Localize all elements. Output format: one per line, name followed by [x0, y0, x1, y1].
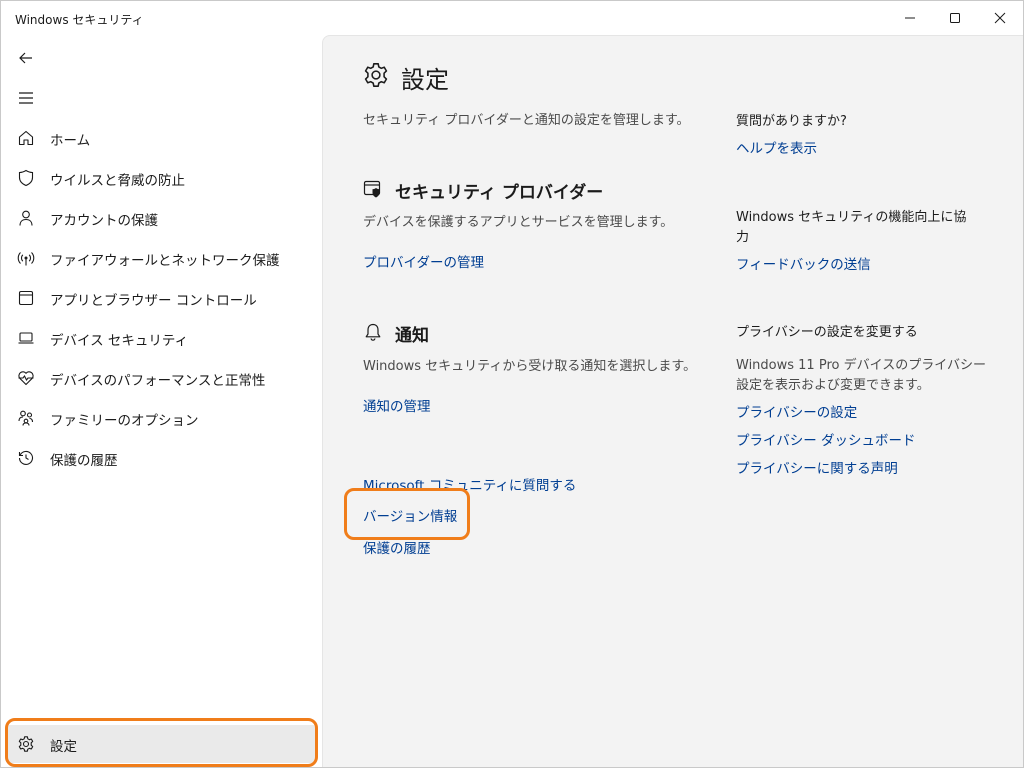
page-description: セキュリティ プロバイダーと通知の設定を管理します。	[363, 113, 690, 128]
family-icon	[17, 409, 35, 427]
heart-pulse-icon	[17, 369, 35, 387]
settings-highlight-outline	[5, 718, 318, 767]
privacy-text-line1: Windows 11 Pro デバイスのプライバシー	[736, 358, 986, 373]
sidebar: ホーム ウイルスと脅威の防止 アカウントの保護 ファイアウォールとネットワーク保…	[1, 35, 322, 767]
providers-description: デバイスを保護するアプリとサービスを管理します。	[363, 215, 674, 230]
manage-notifications-link[interactable]: 通知の管理	[363, 395, 431, 415]
shield-window-icon	[363, 179, 383, 199]
privacy-dashboard-link[interactable]: プライバシー ダッシュボード	[736, 429, 916, 449]
question-heading: 質問がありますか?	[736, 114, 847, 129]
notifications-description: Windows セキュリティから受け取る通知を選択します。	[363, 359, 697, 374]
version-highlight-outline	[344, 488, 470, 540]
protection-history-link[interactable]: 保護の履歴	[363, 537, 431, 557]
sidebar-item-virus-protection[interactable]: ウイルスと脅威の防止	[5, 159, 317, 197]
app-window: Windows セキュリティ ホーム ウイルスと脅威の防止 アカウントの保護 フ…	[0, 0, 1024, 768]
sidebar-item-label: ホーム	[50, 133, 91, 149]
sidebar-item-label: ファミリーのオプション	[50, 413, 199, 429]
home-icon	[17, 129, 35, 147]
menu-icon[interactable]	[13, 85, 39, 111]
laptop-icon	[17, 329, 35, 347]
improve-text-line1: Windows セキュリティの機能向上に協	[736, 210, 967, 225]
maximize-icon[interactable]	[944, 7, 966, 29]
sidebar-item-label: デバイスのパフォーマンスと正常性	[50, 373, 266, 389]
person-icon	[17, 209, 35, 227]
improve-text-line2: 力	[736, 230, 750, 245]
get-help-link[interactable]: ヘルプを表示	[736, 137, 817, 157]
sidebar-item-family-options[interactable]: ファミリーのオプション	[5, 399, 317, 437]
sidebar-item-label: デバイス セキュリティ	[50, 333, 189, 349]
providers-heading: セキュリティ プロバイダー	[395, 183, 604, 203]
sidebar-item-label: 保護の履歴	[50, 453, 118, 469]
minimize-icon[interactable]	[899, 7, 921, 29]
sidebar-item-device-security[interactable]: デバイス セキュリティ	[5, 319, 317, 357]
sidebar-item-firewall[interactable]: ファイアウォールとネットワーク保護	[5, 239, 317, 277]
shield-icon	[17, 169, 35, 187]
back-icon[interactable]	[13, 45, 39, 71]
app-window-icon	[17, 289, 35, 307]
privacy-statement-link[interactable]: プライバシーに関する声明	[736, 457, 898, 477]
page-title: 設定	[401, 66, 449, 94]
history-icon	[17, 449, 35, 467]
gear-icon	[362, 61, 390, 89]
wireless-icon	[17, 249, 35, 267]
sidebar-item-label: アカウントの保護	[50, 213, 158, 229]
sidebar-item-account-protection[interactable]: アカウントの保護	[5, 199, 317, 237]
notifications-heading: 通知	[395, 326, 429, 346]
privacy-settings-link[interactable]: プライバシーの設定	[736, 401, 857, 421]
privacy-text-line2: 設定を表示および変更できます。	[736, 378, 930, 393]
sidebar-item-label: ウイルスと脅威の防止	[50, 173, 185, 189]
window-title: Windows セキュリティ	[15, 13, 144, 27]
sidebar-item-protection-history[interactable]: 保護の履歴	[5, 439, 317, 477]
manage-providers-link[interactable]: プロバイダーの管理	[363, 251, 484, 271]
bell-icon	[363, 322, 383, 342]
sidebar-item-label: ファイアウォールとネットワーク保護	[50, 253, 280, 269]
sidebar-item-device-performance[interactable]: デバイスのパフォーマンスと正常性	[5, 359, 317, 397]
privacy-heading: プライバシーの設定を変更する	[736, 325, 918, 340]
close-icon[interactable]	[989, 7, 1011, 29]
sidebar-item-home[interactable]: ホーム	[5, 119, 317, 157]
title-bar: Windows セキュリティ	[1, 1, 1023, 35]
sidebar-item-label: アプリとブラウザー コントロール	[50, 293, 257, 309]
feedback-link[interactable]: フィードバックの送信	[736, 253, 871, 273]
sidebar-item-app-browser-control[interactable]: アプリとブラウザー コントロール	[5, 279, 317, 317]
